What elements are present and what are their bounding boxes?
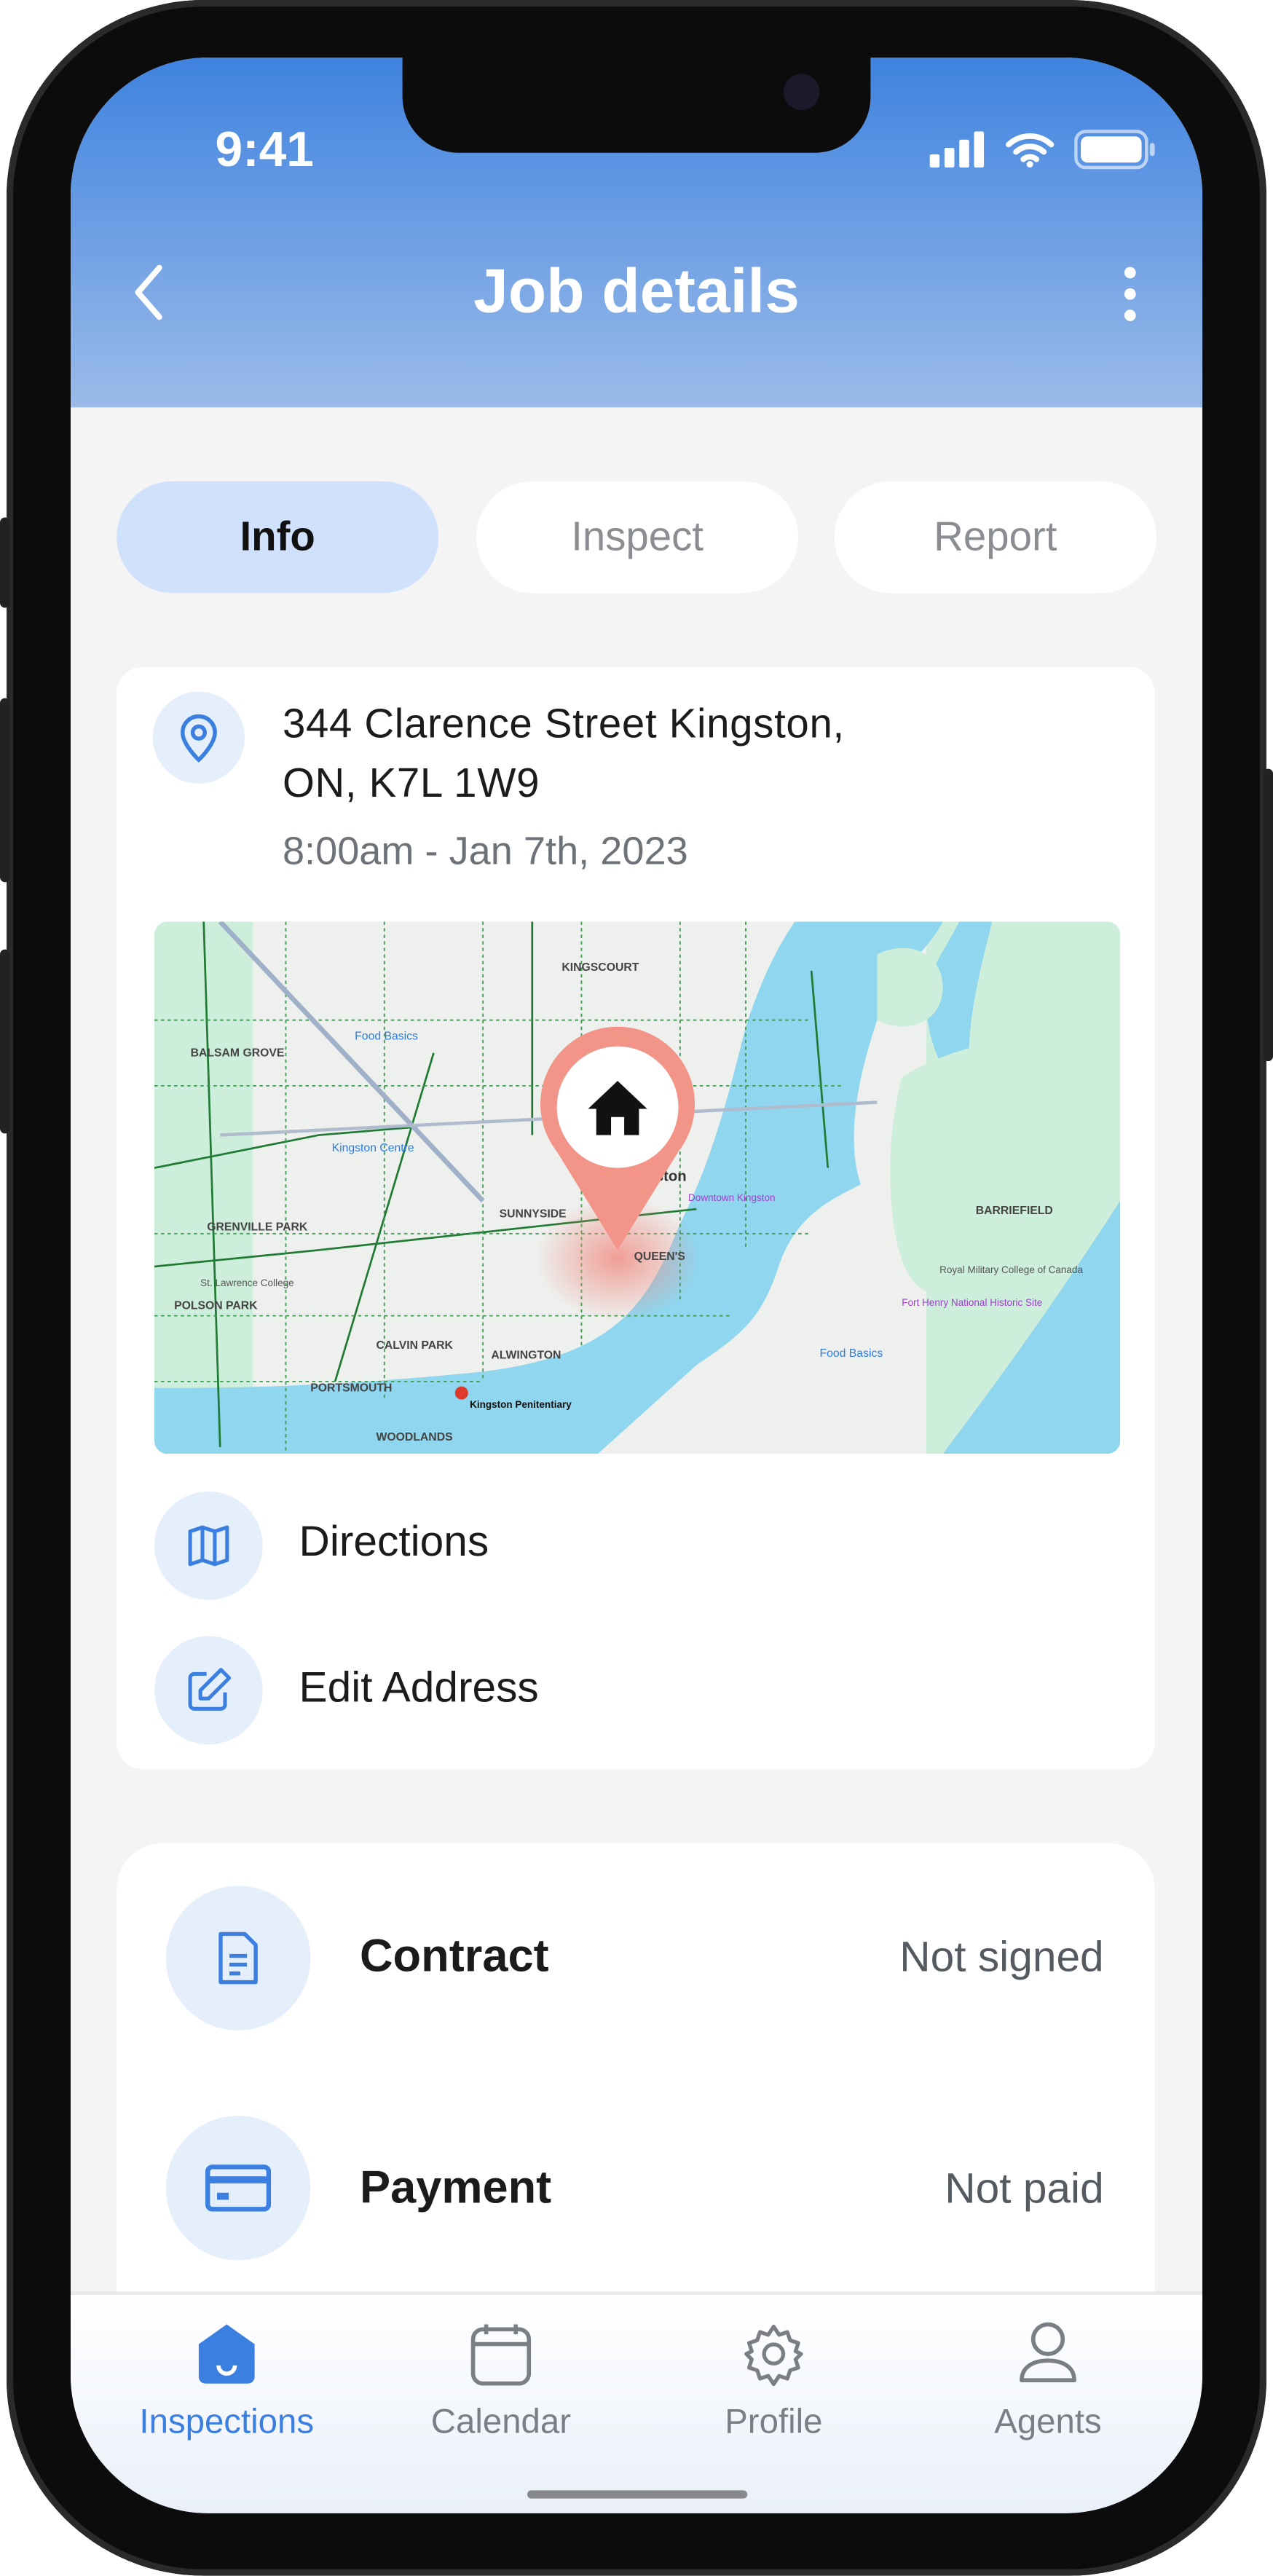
map-label-balsam: BALSAM GROVE	[191, 1047, 285, 1059]
map-label-barriefield: BARRIEFIELD	[976, 1205, 1053, 1217]
nav-label: Agents	[994, 2403, 1102, 2441]
credit-card-icon	[165, 2116, 311, 2261]
map-label-woodlands: WOODLANDS	[377, 1431, 453, 1443]
signal-icon	[929, 131, 985, 168]
appointment-datetime: 8:00am - Jan 7th, 2023	[282, 830, 688, 874]
nav-profile[interactable]: Profile	[634, 2295, 913, 2475]
user-icon	[1020, 2322, 1076, 2383]
address-line-2: ON, K7L 1W9	[282, 760, 540, 807]
map-label-queens: QUEEN'S	[634, 1250, 685, 1263]
more-vertical-icon[interactable]	[1124, 264, 1137, 323]
notch	[402, 57, 871, 153]
map-label-college: St. Lawrence College	[200, 1277, 293, 1288]
payment-status: Not paid	[945, 2163, 1104, 2213]
app-header: 9:41 Job details	[70, 57, 1203, 408]
map-label-food-basics-2: Food Basics	[819, 1347, 883, 1360]
nav-label: Calendar	[430, 2403, 572, 2441]
inspections-icon	[198, 2324, 255, 2384]
map-label-kingston-centre: Kingston Centre	[332, 1142, 414, 1154]
location-pin-icon	[152, 691, 245, 784]
map-label-calvin: CALVIN PARK	[377, 1339, 454, 1352]
screen: 9:41 Job details Info Inspect Report 344…	[70, 57, 1203, 2513]
battery-icon	[1074, 130, 1155, 170]
map-label-penitentiary: Kingston Penitentiary	[470, 1399, 572, 1410]
bottom-nav: Inspections Calendar Profile Agents	[70, 2291, 1203, 2513]
map-label-downtown: Downtown Kingston	[688, 1192, 775, 1203]
camera	[783, 74, 820, 111]
map-label-polson: POLSON PARK	[174, 1300, 258, 1312]
contract-label: Contract	[359, 1930, 549, 1982]
tab-inspect[interactable]: Inspect	[476, 481, 799, 594]
map-label-grenville: GRENVILLE PARK	[207, 1221, 308, 1233]
map-label-kingscourt: KINGSCOURT	[561, 961, 639, 974]
power-button	[1263, 768, 1273, 1062]
edit-icon[interactable]	[154, 1636, 263, 1745]
map-label-rmc: Royal Military College of Canada	[939, 1264, 1083, 1275]
map-label-portsmouth: PORTSMOUTH	[310, 1382, 392, 1394]
map-label-fort-henry: Fort Henry National Historic Site	[902, 1297, 1042, 1308]
status-time: 9:41	[215, 123, 314, 178]
map-label-food-basics: Food Basics	[355, 1031, 418, 1043]
edit-address-button[interactable]: Edit Address	[299, 1663, 539, 1714]
nav-label: Profile	[725, 2403, 823, 2441]
nav-label: Inspections	[139, 2403, 315, 2441]
volume-down-button	[0, 949, 10, 1134]
map-label-alwington: ALWINGTON	[491, 1349, 561, 1361]
nav-inspections[interactable]: Inspections	[87, 2295, 366, 2475]
document-icon	[165, 1886, 311, 2031]
contract-status: Not signed	[899, 1931, 1104, 1982]
address: 344 Clarence Street Kingston, ON, K7L 1W…	[283, 695, 845, 813]
nav-calendar[interactable]: Calendar	[361, 2295, 640, 2475]
calendar-icon	[470, 2324, 532, 2386]
directions-button[interactable]: Directions	[299, 1516, 489, 1567]
map[interactable]: BALSAM GROVE GRENVILLE PARK POLSON PARK …	[154, 921, 1121, 1454]
payment-label: Payment	[359, 2162, 552, 2213]
tab-info[interactable]: Info	[117, 481, 439, 594]
map-image: BALSAM GROVE GRENVILLE PARK POLSON PARK …	[154, 921, 1121, 1454]
gear-icon	[744, 2324, 803, 2387]
wifi-icon	[1006, 133, 1055, 168]
map-icon[interactable]	[154, 1491, 263, 1600]
page-title: Job details	[473, 258, 800, 327]
nav-agents[interactable]: Agents	[908, 2295, 1187, 2475]
tab-report[interactable]: Report	[834, 481, 1156, 594]
address-line-1: 344 Clarence Street Kingston,	[282, 701, 845, 748]
home-indicator[interactable]	[527, 2490, 748, 2499]
map-marker-penitentiary	[454, 1386, 468, 1400]
mute-switch	[0, 517, 10, 608]
status-icons	[929, 130, 1156, 170]
volume-up-button	[0, 698, 10, 883]
